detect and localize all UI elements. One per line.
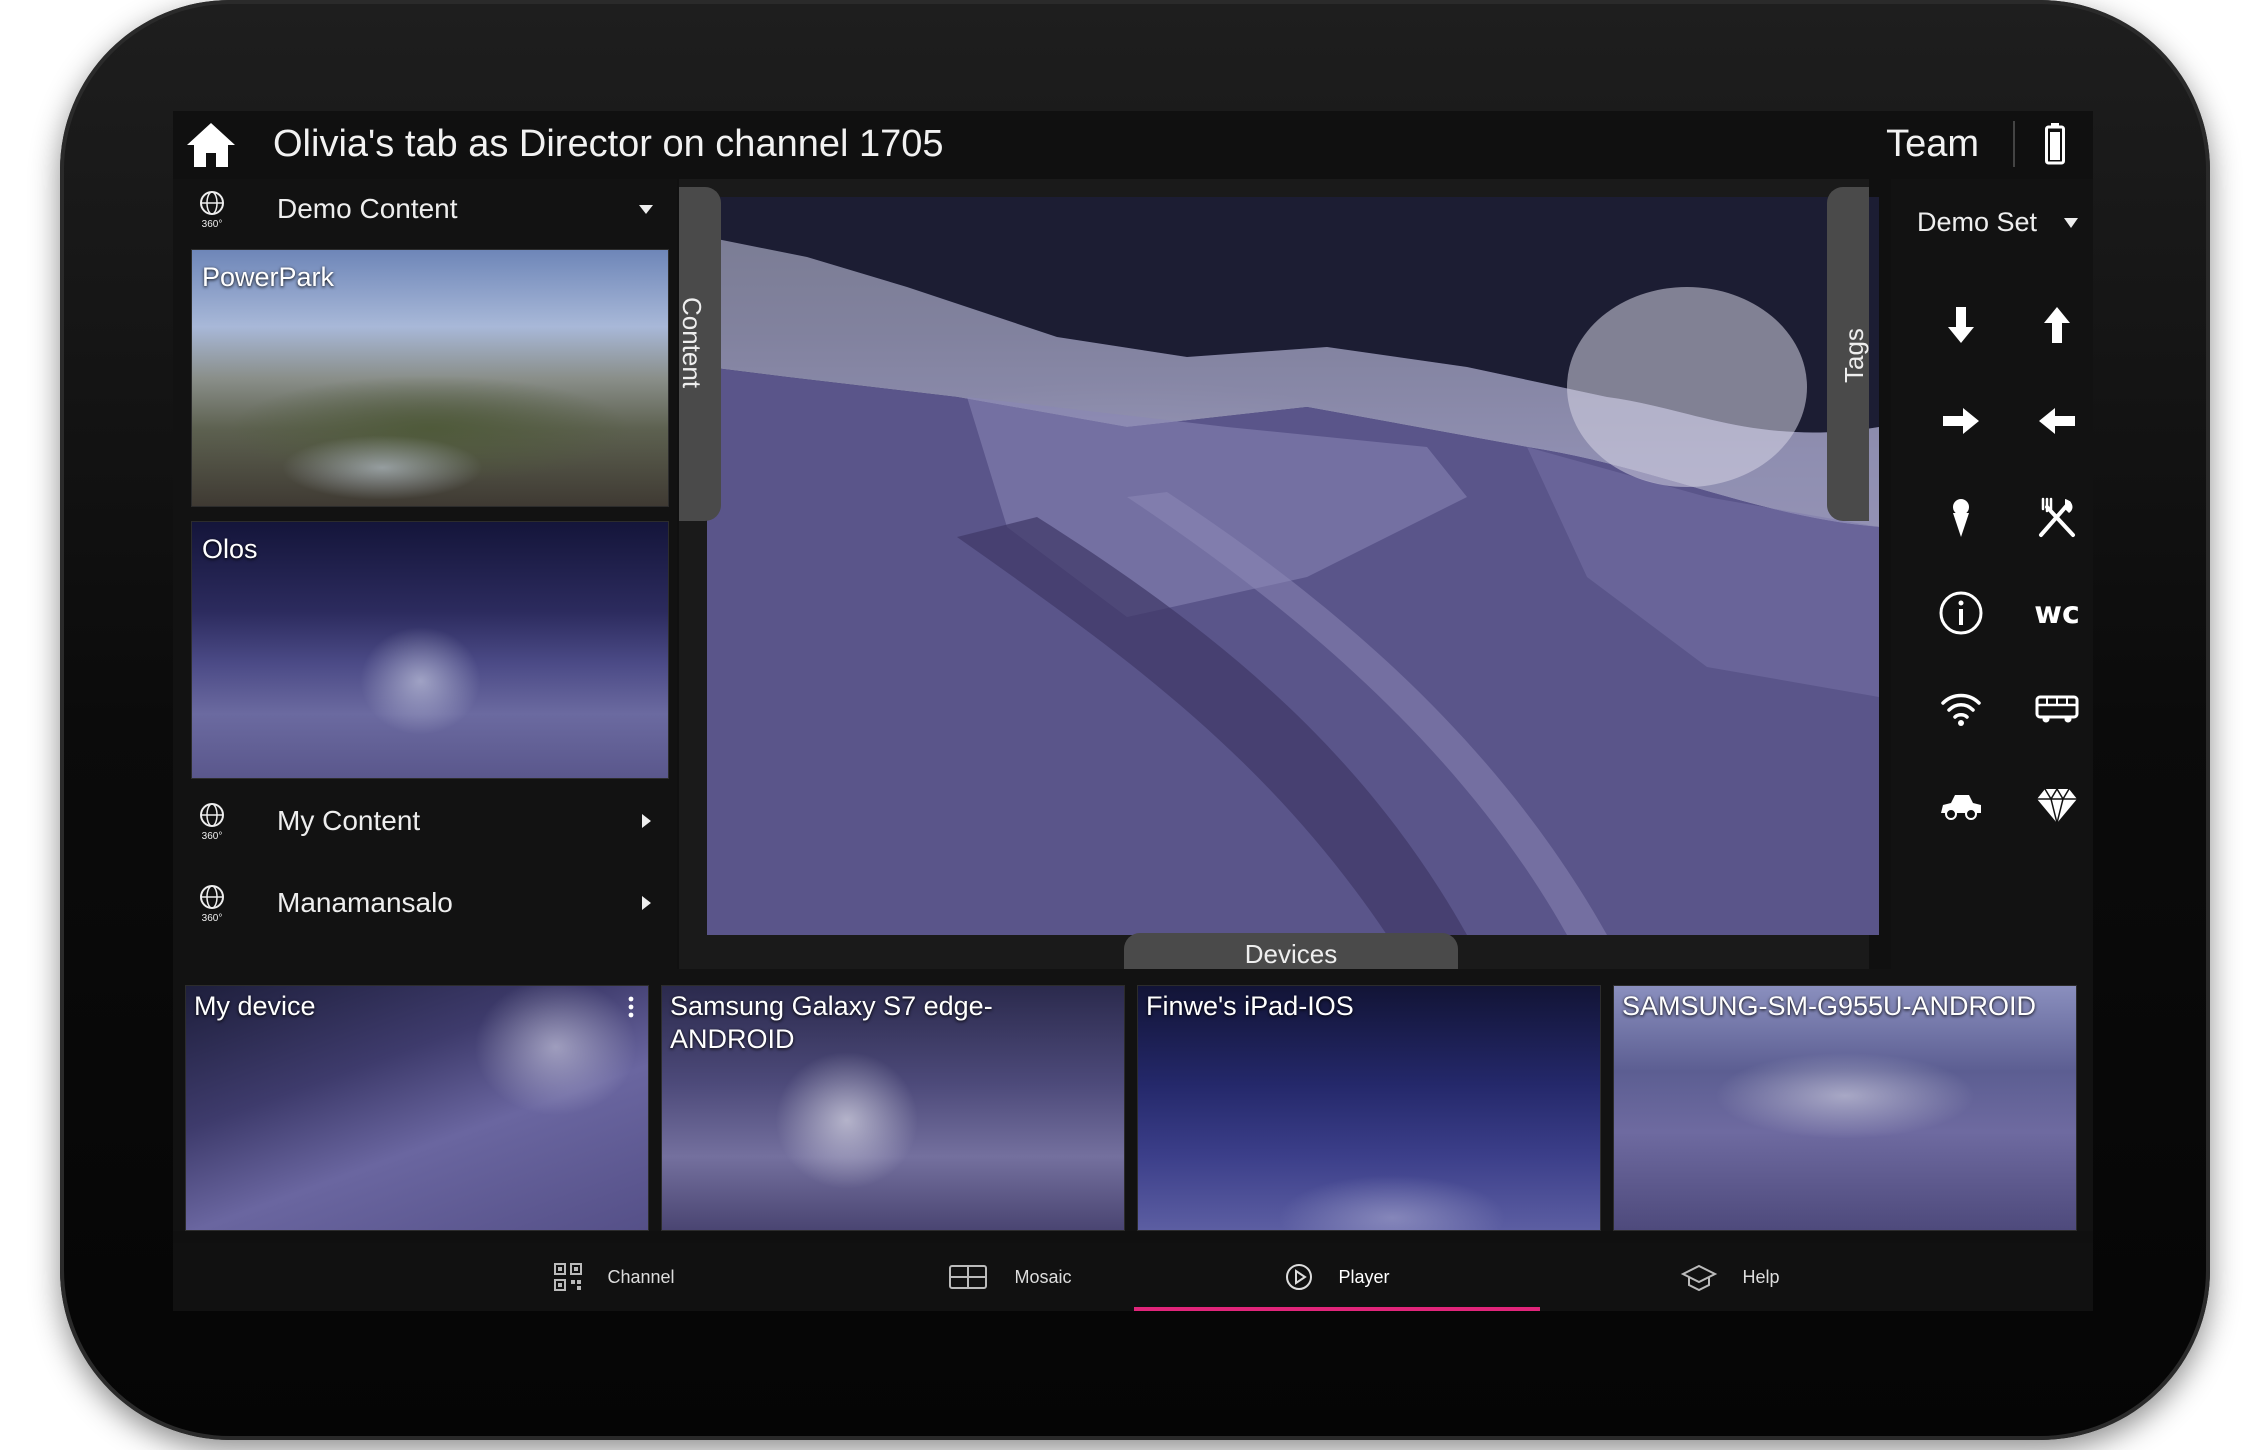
nav-label: Help bbox=[1742, 1266, 1780, 1287]
help-icon bbox=[1681, 1264, 1718, 1292]
header-divider bbox=[2013, 121, 2015, 167]
content-tab-label: Content bbox=[677, 297, 707, 389]
caret-down-icon bbox=[639, 205, 653, 214]
player-area: Content Tags Devices bbox=[677, 179, 1879, 975]
home-icon[interactable] bbox=[185, 119, 237, 171]
content-group-demo[interactable]: 360° Demo Content bbox=[173, 181, 677, 237]
svg-text:360°: 360° bbox=[202, 831, 223, 841]
device-tile-samsung-s7[interactable]: Samsung Galaxy S7 edge-ANDROID bbox=[661, 985, 1125, 1231]
device-label: My device bbox=[194, 991, 316, 1021]
thumbnail-label: PowerPark bbox=[202, 262, 335, 292]
content-library-panel: 360° Demo Content PowerPark Olos 360° My… bbox=[173, 179, 677, 969]
thumbnail-label: Olos bbox=[202, 534, 258, 564]
info-icon[interactable] bbox=[1931, 583, 1991, 643]
device-tile-finwe-ipad[interactable]: Finwe's iPad-IOS bbox=[1137, 985, 1601, 1231]
device-label: Finwe's iPad-IOS bbox=[1146, 991, 1354, 1021]
globe-360-icon: 360° bbox=[200, 191, 224, 229]
globe-360-icon: 360° bbox=[200, 885, 224, 923]
caret-down-icon[interactable] bbox=[2061, 215, 2081, 231]
nav-player[interactable]: Player bbox=[1187, 1243, 1487, 1311]
tags-panel: Demo Set wc bbox=[1891, 179, 2093, 969]
content-group-label: Demo Content bbox=[277, 193, 458, 224]
app-header: Olivia's tab as Director on channel 1705… bbox=[173, 111, 2093, 179]
fork-knife-icon[interactable] bbox=[2027, 487, 2087, 547]
active-tab-indicator bbox=[1134, 1307, 1540, 1311]
device-tile-my-device[interactable]: My device bbox=[185, 985, 649, 1231]
nav-mosaic[interactable]: Mosaic bbox=[859, 1243, 1159, 1311]
nav-label: Channel bbox=[607, 1266, 675, 1287]
mosaic-icon bbox=[949, 1265, 988, 1289]
wc-label: wc bbox=[2034, 595, 2080, 631]
bottom-navigation: Channel Mosaic Player Help bbox=[173, 1243, 2093, 1311]
tag-set-selector[interactable]: Demo Set bbox=[1917, 207, 2037, 238]
devices-strip: My device Samsung Galaxy S7 edge-ANDROID… bbox=[173, 969, 2093, 1231]
svg-text:360°: 360° bbox=[202, 913, 223, 923]
content-group-label: Manamansalo bbox=[277, 887, 453, 918]
bus-icon[interactable] bbox=[2027, 679, 2087, 739]
svg-text:360°: 360° bbox=[202, 219, 223, 229]
nav-channel[interactable]: Channel bbox=[464, 1243, 764, 1311]
content-thumbnail-olos[interactable]: Olos bbox=[191, 521, 669, 779]
globe-360-icon: 360° bbox=[200, 803, 224, 841]
arrow-left-icon[interactable] bbox=[2027, 391, 2087, 451]
battery-icon bbox=[2045, 123, 2065, 165]
arrow-right-icon[interactable] bbox=[1931, 391, 1991, 451]
nav-label: Player bbox=[1338, 1266, 1390, 1287]
device-tile-samsung-g955u[interactable]: SAMSUNG-SM-G955U-ANDROID bbox=[1613, 985, 2077, 1231]
page-title: Olivia's tab as Director on channel 1705 bbox=[273, 123, 944, 165]
content-group-my-content[interactable]: 360° My Content bbox=[173, 793, 677, 849]
content-tab[interactable]: Content bbox=[677, 187, 721, 521]
arrow-down-icon[interactable] bbox=[1931, 295, 1991, 355]
qr-code-icon bbox=[554, 1263, 583, 1291]
snow-forest-scene bbox=[707, 197, 1879, 935]
team-button[interactable]: Team bbox=[1886, 123, 1979, 166]
caret-right-icon bbox=[642, 896, 651, 910]
nav-help[interactable]: Help bbox=[1580, 1243, 1880, 1311]
play-icon bbox=[1286, 1264, 1313, 1290]
ice-cream-icon[interactable] bbox=[1931, 487, 1991, 547]
caret-right-icon bbox=[642, 814, 651, 828]
nav-label: Mosaic bbox=[1014, 1266, 1072, 1287]
diamond-icon[interactable] bbox=[2027, 775, 2087, 835]
arrow-up-icon[interactable] bbox=[2027, 295, 2087, 355]
device-label: SAMSUNG-SM-G955U-ANDROID bbox=[1622, 991, 2037, 1021]
car-icon[interactable] bbox=[1931, 775, 1991, 835]
content-group-label: My Content bbox=[277, 805, 421, 836]
content-thumbnail-powerpark[interactable]: PowerPark bbox=[191, 249, 669, 507]
app-screen: Olivia's tab as Director on channel 1705… bbox=[173, 111, 2093, 1311]
tags-tab[interactable]: Tags bbox=[1827, 187, 1869, 521]
device-label: Samsung Galaxy S7 edge-ANDROID bbox=[670, 991, 993, 1054]
360-video-viewer[interactable] bbox=[707, 197, 1879, 935]
more-vertical-icon[interactable] bbox=[628, 996, 634, 1018]
wc-icon[interactable]: wc bbox=[2027, 583, 2087, 643]
wifi-icon[interactable] bbox=[1931, 679, 1991, 739]
tags-tab-label: Tags bbox=[1839, 328, 1869, 383]
content-group-manamansalo[interactable]: 360° Manamansalo bbox=[173, 875, 677, 931]
